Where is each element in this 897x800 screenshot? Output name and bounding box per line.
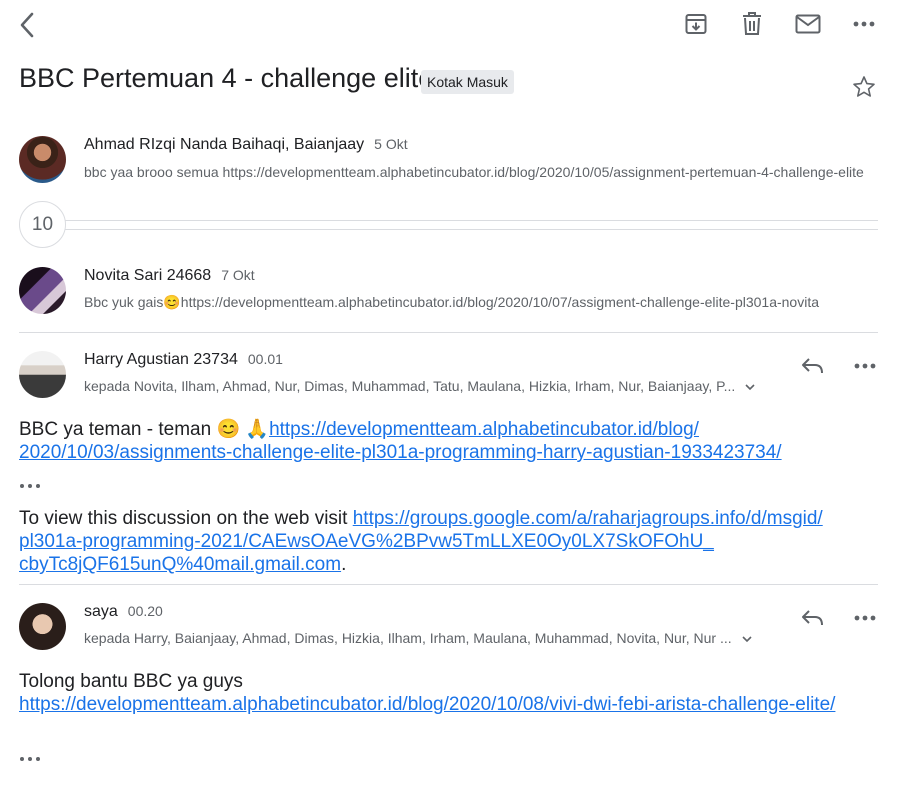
mark-unread-button[interactable] [791,8,825,40]
message-expanded: Harry Agustian 23734 00.01 kepada Novita… [0,340,897,580]
blog-link-continued[interactable]: 2020/10/03/assignments-challenge-elite-p… [19,442,782,463]
sender-name: saya [84,603,118,620]
message-body: Tolong bantu BBC ya guys https://develop… [19,670,889,716]
body-text: Tolong bantu BBC ya guys [19,671,243,692]
message-snippet: bbc yaa brooo semua https://developmentt… [84,164,864,180]
reply-icon [802,358,823,374]
more-horizontal-icon [854,363,876,369]
sender-name: Novita Sari 24668 [84,267,212,284]
message-more-button[interactable] [850,354,880,378]
blog-link[interactable]: https://developmentteam.alphabetincubato… [19,694,835,715]
message-snippet: Bbc yuk gais😊https://developmentteam.alp… [84,294,820,310]
sender-name: Harry Agustian 23734 [84,351,238,368]
blog-link[interactable]: https://developmentteam.alphabetincubato… [269,419,699,440]
recipients-text: kepada Harry, Baianjaay, Ahmad, Dimas, H… [84,630,732,646]
show-trimmed-content-button[interactable] [19,476,41,494]
thread-subject: BBC Pertemuan 4 - challenge elite [19,63,434,93]
collapsed-divider-bottom [64,229,878,230]
message-divider [19,332,878,333]
ellipsis-icon [20,484,40,488]
ellipsis-icon [20,757,40,761]
more-horizontal-icon [853,21,875,27]
message-more-button[interactable] [850,606,880,630]
footer-period: . [341,554,347,575]
collapsed-divider-top [64,220,878,221]
footer-text: To view this discussion on the web visit [19,508,353,529]
group-footer: To view this discussion on the web visit… [19,507,879,576]
avatar [19,136,66,183]
delete-button[interactable] [736,8,768,40]
archive-icon [685,14,707,34]
group-discussion-link-end[interactable]: cbyTc8jQF615unQ%40mail.gmail.com [19,554,341,575]
message-collapsed[interactable]: Novita Sari 24668 7 Okt Bbc yuk gais😊htt… [0,261,897,321]
star-button[interactable] [850,73,878,101]
message-date: 00.20 [127,603,163,619]
message-collapsed[interactable]: Ahmad RIzqi Nanda Baihaqi, Baianjaay 5 O… [0,130,897,190]
back-button[interactable] [10,8,44,42]
star-icon [853,76,875,97]
body-text: BBC ya teman - teman 😊 🙏 [19,419,270,440]
archive-button[interactable] [680,8,712,40]
recipients[interactable]: kepada Harry, Baianjaay, Ahmad, Dimas, H… [84,630,784,646]
recipients-text: kepada Novita, Ilham, Ahmad, Nur, Dimas,… [84,378,736,394]
message-date: 5 Okt [374,136,408,152]
group-discussion-link-continued[interactable]: pl301a-programming-2021/CAEwsOAeVG%2BPvw… [19,531,714,552]
sender-name: Ahmad RIzqi Nanda Baihaqi, Baianjaay [84,136,365,153]
more-options-button[interactable] [848,10,880,38]
reply-icon [802,610,823,626]
chevron-down-icon [745,384,755,391]
mail-icon [795,14,821,34]
message-date: 00.01 [247,351,283,367]
back-arrow-icon [20,12,34,38]
group-discussion-link[interactable]: https://groups.google.com/a/raharjagroup… [353,508,823,529]
label-badge[interactable]: Kotak Masuk [421,70,514,94]
reply-button[interactable] [798,352,828,380]
more-horizontal-icon [854,615,876,621]
avatar [19,267,66,314]
message-divider [19,584,878,585]
recipients[interactable]: kepada Novita, Ilham, Ahmad, Nur, Dimas,… [84,378,784,394]
collapsed-count-button[interactable]: 10 [19,201,66,248]
show-trimmed-content-button[interactable] [19,749,41,767]
reply-button[interactable] [798,604,828,632]
avatar [19,351,66,398]
avatar [19,603,66,650]
message-body: BBC ya teman - teman 😊 🙏https://developm… [19,418,879,464]
trash-icon [743,12,761,35]
message-expanded: saya 00.20 kepada Harry, Baianjaay, Ahma… [0,592,897,800]
message-date: 7 Okt [221,267,255,283]
chevron-down-icon [741,636,752,643]
